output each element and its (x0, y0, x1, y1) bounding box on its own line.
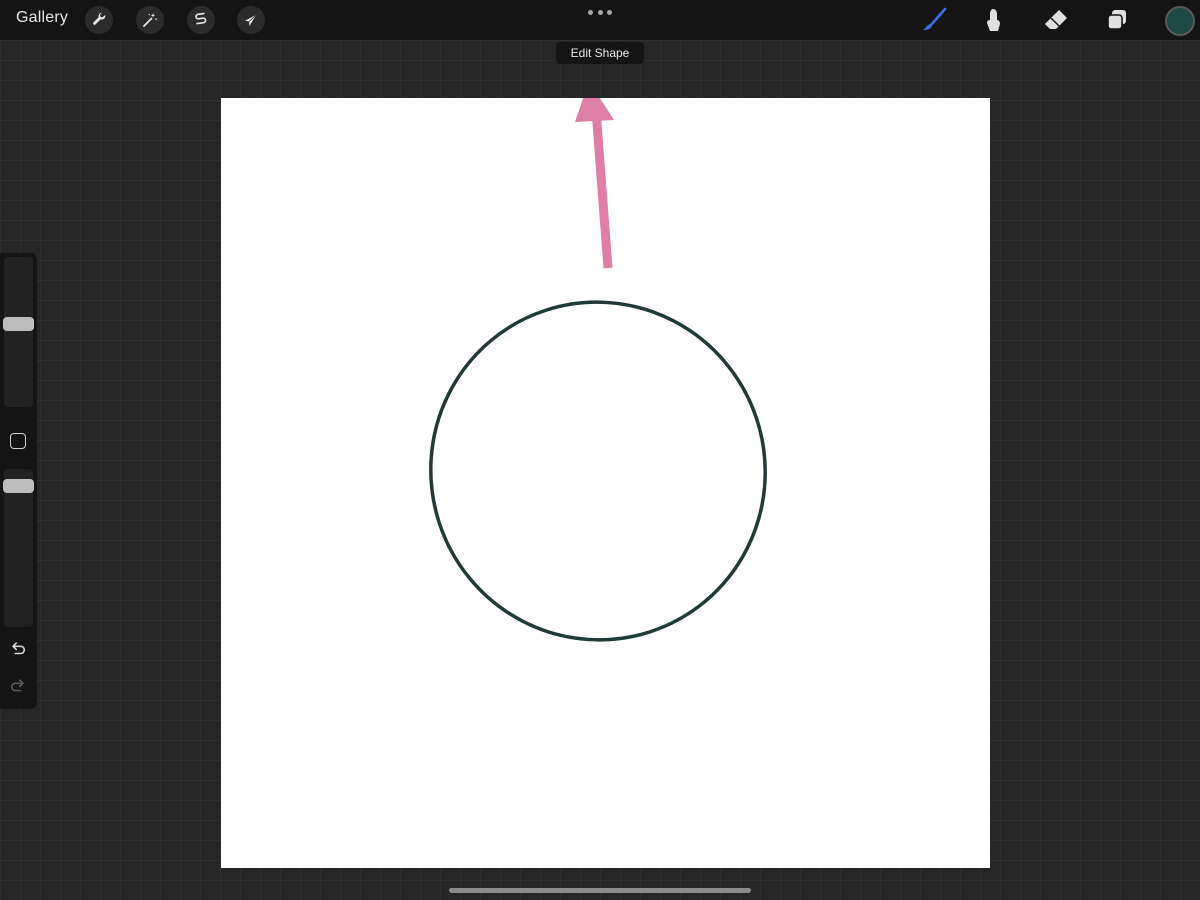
layers-button[interactable] (1101, 4, 1133, 36)
color-picker-button[interactable] (1165, 6, 1195, 36)
selection-button[interactable] (187, 6, 215, 34)
canvas-artwork (387, 98, 809, 684)
brush-size-slider[interactable] (4, 257, 33, 407)
actions-button[interactable] (85, 6, 113, 34)
brush-size-thumb[interactable] (3, 317, 34, 331)
arrow-cursor-icon (245, 14, 257, 26)
undo-icon (12, 642, 26, 655)
adjustments-button[interactable] (136, 6, 164, 34)
eraser-tool-button[interactable] (1040, 4, 1072, 36)
opacity-thumb[interactable] (3, 479, 34, 493)
home-indicator[interactable] (449, 888, 751, 893)
ellipsis-dot (607, 9, 612, 15)
eraser-icon (1045, 10, 1067, 29)
smudge-tool-button[interactable] (978, 4, 1010, 36)
layers-icon (1107, 10, 1126, 30)
redo-icon (10, 679, 24, 692)
transform-button[interactable] (237, 6, 265, 34)
brush-tool-button[interactable] (918, 4, 950, 36)
smudge-icon (987, 9, 1000, 31)
top-toolbar: Gallery (0, 0, 1200, 40)
annotation-arrow-head (575, 98, 614, 122)
magic-wand-icon (143, 13, 158, 27)
gallery-button[interactable]: Gallery (16, 9, 68, 27)
undo-button[interactable] (8, 639, 28, 659)
ellipsis-icon (588, 9, 593, 15)
edit-shape-button[interactable]: Edit Shape (556, 42, 644, 64)
drawn-ellipse[interactable] (387, 259, 809, 684)
left-sidebar (0, 253, 37, 709)
square-modify-icon[interactable] (10, 433, 26, 449)
wrench-icon (93, 12, 106, 25)
ellipsis-dot (597, 9, 603, 15)
redo-button[interactable] (8, 676, 28, 696)
selection-s-icon (195, 12, 207, 25)
annotation-arrow-shaft (591, 109, 613, 269)
drawing-canvas[interactable] (221, 98, 990, 868)
brush-icon (923, 7, 947, 30)
more-options-button[interactable] (588, 6, 612, 18)
